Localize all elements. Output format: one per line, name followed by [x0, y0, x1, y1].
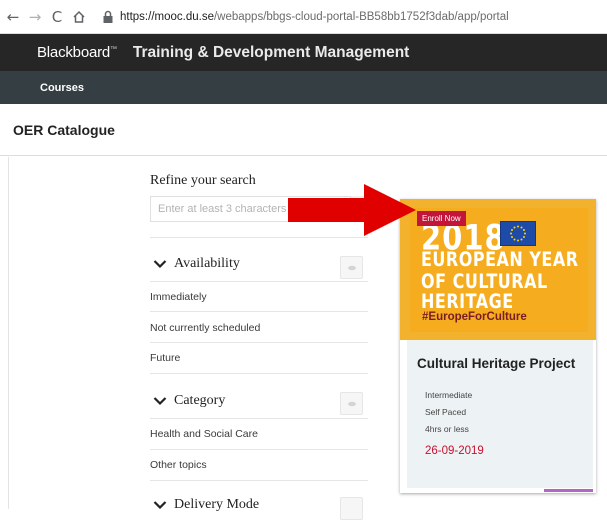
facet-delivery-mode-label: Delivery Mode: [174, 497, 260, 512]
chevron-down-icon: [153, 260, 167, 269]
reload-icon[interactable]: C: [46, 6, 68, 28]
facet-category-toggle[interactable]: [340, 392, 363, 415]
course-card[interactable]: 2018 EUROPEAN YEAR OF CULTURAL HERITAGE …: [400, 199, 596, 493]
divider: [150, 418, 368, 419]
url-host: https://mooc.du.se: [120, 10, 214, 23]
forward-arrow-icon[interactable]: →: [24, 6, 46, 28]
facet-item-future[interactable]: Future: [150, 352, 180, 364]
app-header: Blackboard™ Training & Development Manag…: [0, 34, 607, 71]
facet-category-label: Category: [174, 393, 226, 408]
eu-flag-icon: [500, 221, 536, 246]
refine-title: Refine your search: [150, 173, 256, 188]
facet-item-immediately[interactable]: Immediately: [150, 291, 207, 303]
course-date: 26-09-2019: [425, 445, 484, 457]
toggle-icon: [347, 265, 356, 270]
course-level: Intermediate: [425, 390, 473, 400]
facet-item-health-social-care[interactable]: Health and Social Care: [150, 428, 258, 440]
course-duration: 4hrs or less: [425, 424, 469, 434]
facet-availability-header[interactable]: Availability: [153, 256, 240, 272]
poster-line-2: EUROPEAN YEAR: [421, 248, 579, 271]
toggle-icon: [347, 401, 356, 406]
gutter-divider: [8, 157, 9, 509]
divider: [150, 342, 368, 343]
facet-category-header[interactable]: Category: [153, 393, 225, 409]
divider: [150, 480, 368, 481]
main-nav: Courses: [0, 71, 607, 104]
page-header: OER Catalogue: [0, 104, 607, 156]
facet-availability-toggle[interactable]: [340, 256, 363, 279]
divider: [150, 311, 368, 312]
card-accent-bar: [544, 489, 593, 492]
facet-availability-label: Availability: [174, 256, 240, 271]
page-title: OER Catalogue: [13, 121, 115, 138]
facet-item-other-topics[interactable]: Other topics: [150, 459, 207, 471]
url-path: /webapps/bbgs-cloud-portal-BB58bb1752f3d…: [213, 10, 509, 23]
app-title: Training & Development Management: [132, 43, 410, 61]
lock-icon: [103, 10, 113, 23]
poster-line-4: HERITAGE: [421, 290, 514, 313]
course-title[interactable]: Cultural Heritage Project: [417, 356, 575, 371]
brand-logo[interactable]: Blackboard™: [37, 44, 117, 61]
course-pace: Self Paced: [425, 407, 467, 417]
red-arrow-annotation: [288, 184, 416, 236]
divider: [150, 281, 368, 282]
facet-delivery-mode-header[interactable]: Delivery Mode: [153, 497, 259, 513]
poster-hashtag: #EuropeForCulture: [422, 311, 527, 323]
divider: [150, 237, 368, 238]
nav-courses-link[interactable]: Courses: [40, 82, 84, 94]
back-arrow-icon[interactable]: ←: [2, 6, 24, 28]
chevron-down-icon: [153, 397, 167, 406]
address-bar[interactable]: https://mooc.du.se/webapps/bbgs-cloud-po…: [102, 4, 607, 30]
browser-toolbar: ← → C https://mooc.du.se/webapps/bbgs-cl…: [0, 0, 607, 34]
divider: [150, 373, 368, 374]
facet-item-not-currently-scheduled[interactable]: Not currently scheduled: [150, 322, 260, 334]
home-icon[interactable]: [68, 6, 90, 28]
divider: [150, 449, 368, 450]
